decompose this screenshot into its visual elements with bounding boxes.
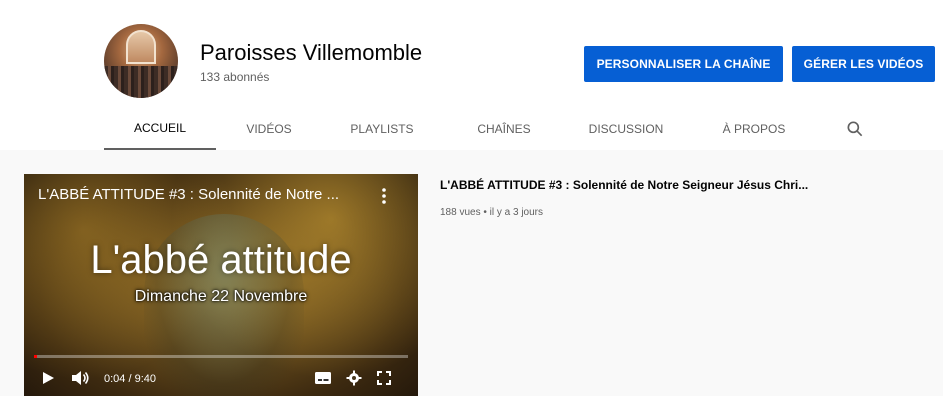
progress-bar[interactable] bbox=[34, 355, 408, 358]
play-icon[interactable] bbox=[40, 370, 56, 386]
player-title-overlay[interactable]: L'ABBÉ ATTITUDE #3 : Solennité de Notre … bbox=[38, 186, 339, 203]
subtitles-icon[interactable] bbox=[314, 370, 332, 386]
search-icon[interactable] bbox=[845, 119, 865, 139]
tab-a-propos[interactable]: À PROPOS bbox=[702, 108, 806, 150]
thumbnail-title: L'abbé attitude bbox=[90, 238, 352, 282]
tab-chaines[interactable]: CHAÎNES bbox=[456, 108, 552, 150]
tab-discussion[interactable]: DISCUSSION bbox=[576, 108, 676, 150]
customize-channel-button[interactable]: PERSONNALISER LA CHAÎNE bbox=[584, 46, 783, 82]
channel-header: Paroisses Villemomble 133 abonnés PERSON… bbox=[0, 0, 943, 150]
gear-icon[interactable] bbox=[346, 370, 362, 386]
video-meta: 188 vues • il y a 3 jours bbox=[440, 207, 543, 218]
manage-videos-button[interactable]: GÉRER LES VIDÉOS bbox=[792, 46, 935, 82]
avatar-church-arch bbox=[126, 30, 156, 64]
progress-fill bbox=[34, 355, 37, 358]
time-display: 0:04 / 9:40 bbox=[104, 373, 156, 385]
volume-icon[interactable] bbox=[70, 370, 90, 386]
fullscreen-icon[interactable] bbox=[376, 370, 392, 386]
subscriber-count: 133 abonnés bbox=[200, 70, 270, 84]
avatar-crowd bbox=[104, 66, 178, 98]
more-vert-icon[interactable] bbox=[378, 186, 390, 206]
video-player[interactable]: L'ABBÉ ATTITUDE #3 : Solennité de Notre … bbox=[24, 174, 418, 396]
tab-accueil[interactable]: ACCUEIL bbox=[104, 108, 216, 150]
video-title[interactable]: L'ABBÉ ATTITUDE #3 : Solennité de Notre … bbox=[440, 178, 808, 192]
channel-name: Paroisses Villemomble bbox=[200, 40, 423, 65]
tab-playlists[interactable]: PLAYLISTS bbox=[330, 108, 434, 150]
tab-videos[interactable]: VIDÉOS bbox=[221, 108, 317, 150]
thumbnail-date: Dimanche 22 Novembre bbox=[134, 288, 308, 305]
channel-avatar[interactable] bbox=[104, 24, 178, 98]
